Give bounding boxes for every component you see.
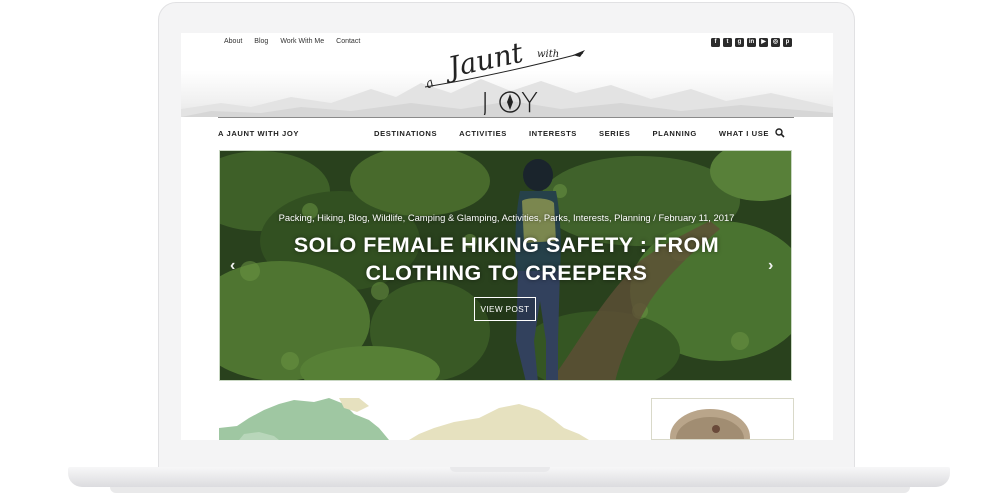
- main-nav: A JAUNT WITH JOY DESTINATIONS ACTIVITIES…: [218, 128, 794, 141]
- post-title-line1: SOLO FEMALE HIKING SAFETY : FROM: [293, 233, 720, 257]
- logo-a: a: [423, 75, 436, 92]
- top-links: About Blog Work With Me Contact: [224, 38, 360, 45]
- card-photo: [670, 409, 750, 439]
- site-header: About Blog Work With Me Contact f t g in…: [181, 33, 833, 117]
- youtube-icon[interactable]: ▶: [759, 38, 768, 47]
- view-post-button[interactable]: VIEW POST: [474, 297, 536, 321]
- post-meta: Packing, Hiking, Blog, Wildlife, Camping…: [278, 212, 735, 223]
- nav-item-planning[interactable]: PLANNING: [652, 129, 696, 138]
- featured-card[interactable]: [651, 398, 794, 440]
- hero-slider: Packing, Hiking, Blog, Wildlife, Camping…: [219, 150, 792, 381]
- nav-item-activities[interactable]: ACTIVITIES: [459, 129, 507, 138]
- top-link-work-with-me[interactable]: Work With Me: [280, 38, 324, 45]
- google-plus-icon[interactable]: g: [735, 38, 744, 47]
- laptop-screen: About Blog Work With Me Contact f t g in…: [181, 33, 833, 440]
- facebook-icon[interactable]: f: [711, 38, 720, 47]
- laptop-shadow: [110, 487, 910, 493]
- world-map-image[interactable]: [219, 398, 609, 440]
- linkedin-icon[interactable]: in: [747, 38, 756, 47]
- logo-jaunt: Jaunt: [440, 36, 526, 85]
- logo-j: J: [481, 86, 489, 115]
- logo-with: with: [537, 49, 559, 60]
- top-link-blog[interactable]: Blog: [254, 38, 268, 45]
- nav-item-what-i-use[interactable]: WHAT I USE: [719, 129, 769, 138]
- logo-y: Y: [521, 86, 538, 115]
- nav-item-series[interactable]: SERIES: [599, 129, 630, 138]
- top-link-about[interactable]: About: [224, 38, 242, 45]
- post-title-line2: CLOTHING TO CREEPERS: [365, 261, 648, 285]
- pinterest-icon[interactable]: p: [783, 38, 792, 47]
- nav-item-interests[interactable]: INTERESTS: [529, 129, 577, 138]
- instagram-icon[interactable]: ◎: [771, 38, 780, 47]
- header-divider: [218, 117, 794, 118]
- site-logo[interactable]: a Jaunt with J Y: [423, 35, 593, 115]
- prev-slide-icon[interactable]: ‹: [230, 257, 235, 275]
- nav-brand[interactable]: A JAUNT WITH JOY: [218, 129, 299, 138]
- post-title[interactable]: SOLO FEMALE HIKING SAFETY : FROM CLOTHIN…: [220, 231, 791, 287]
- social-icons: f t g in ▶ ◎ p: [711, 38, 792, 47]
- laptop-notch: [450, 467, 550, 472]
- nav-menu: DESTINATIONS ACTIVITIES INTERESTS SERIES…: [374, 129, 791, 138]
- search-icon[interactable]: [775, 128, 785, 138]
- top-link-contact[interactable]: Contact: [336, 38, 360, 45]
- next-slide-icon[interactable]: ›: [768, 257, 773, 275]
- twitter-icon[interactable]: t: [723, 38, 732, 47]
- nav-item-destinations[interactable]: DESTINATIONS: [374, 129, 437, 138]
